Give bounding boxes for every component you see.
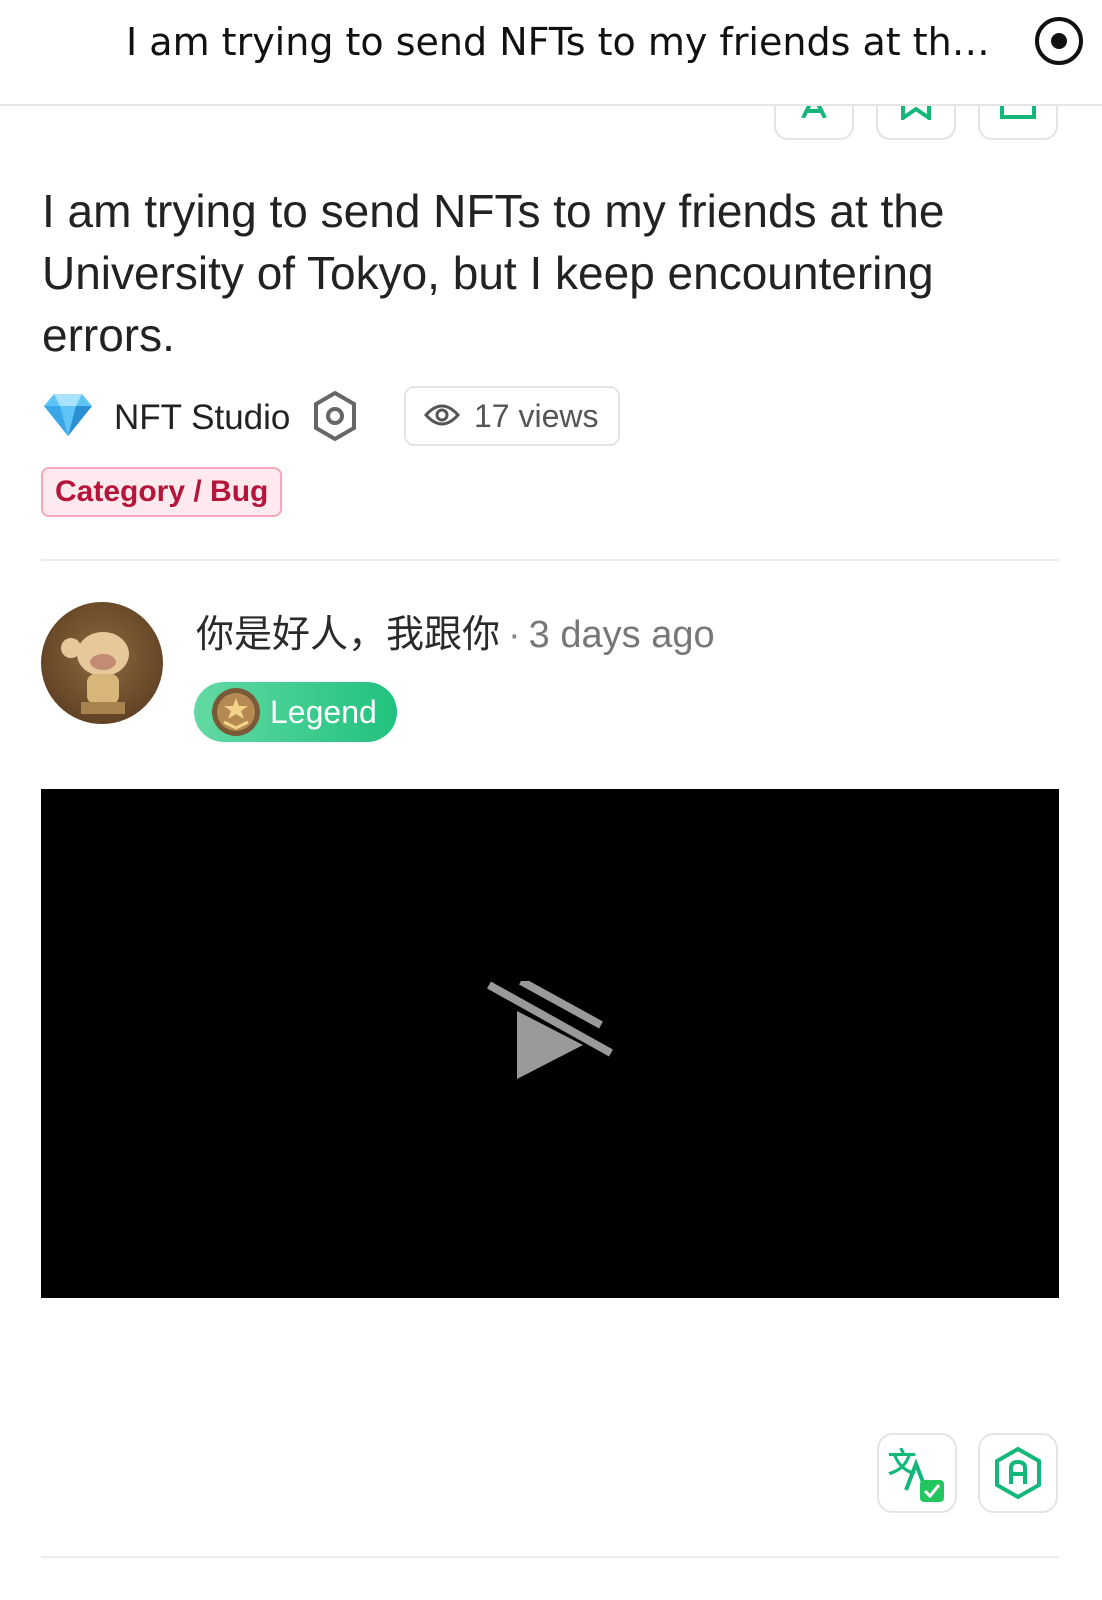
diamond-icon [44, 394, 92, 436]
ai-assistant-button[interactable] [978, 1433, 1058, 1513]
eye-icon [424, 404, 460, 426]
rank-badge: Legend [194, 682, 397, 742]
question-title: I am trying to send NFTs to my friends a… [42, 185, 945, 361]
translate-button[interactable]: 文 [877, 1433, 957, 1513]
comment-time: 3 days ago [528, 614, 715, 656]
settings-hex-icon[interactable] [312, 390, 358, 442]
author-name[interactable]: 你是好人，我跟你 [196, 612, 500, 656]
category-tag[interactable]: Category / Bug [41, 467, 283, 517]
avatar-image [61, 632, 129, 714]
top-bar: I am trying to send NFTs to my friends a… [0, 0, 1102, 106]
record-icon[interactable] [1034, 16, 1084, 66]
video-unavailable-icon [487, 981, 613, 1079]
translate-icon: 文 [888, 1446, 944, 1502]
military-rank-icon [212, 688, 260, 736]
bottom-divider [41, 1556, 1059, 1558]
comment-header: 你是好人，我跟你 · 3 days ago [196, 608, 715, 661]
page-title: I am trying to send NFTs to my friends a… [126, 20, 1006, 64]
ai-hexagon-icon [995, 1446, 1041, 1500]
question-meta: NFT Studio 17 views [42, 386, 1042, 450]
separator-dot: · [508, 614, 521, 656]
views-counter: 17 views [404, 386, 620, 446]
views-count: 17 views [474, 398, 599, 434]
source-name[interactable]: NFT Studio [114, 396, 290, 440]
avatar[interactable] [41, 602, 163, 724]
video-player[interactable] [41, 789, 1059, 1298]
badge-label: Legend [270, 694, 377, 730]
divider [41, 559, 1059, 561]
